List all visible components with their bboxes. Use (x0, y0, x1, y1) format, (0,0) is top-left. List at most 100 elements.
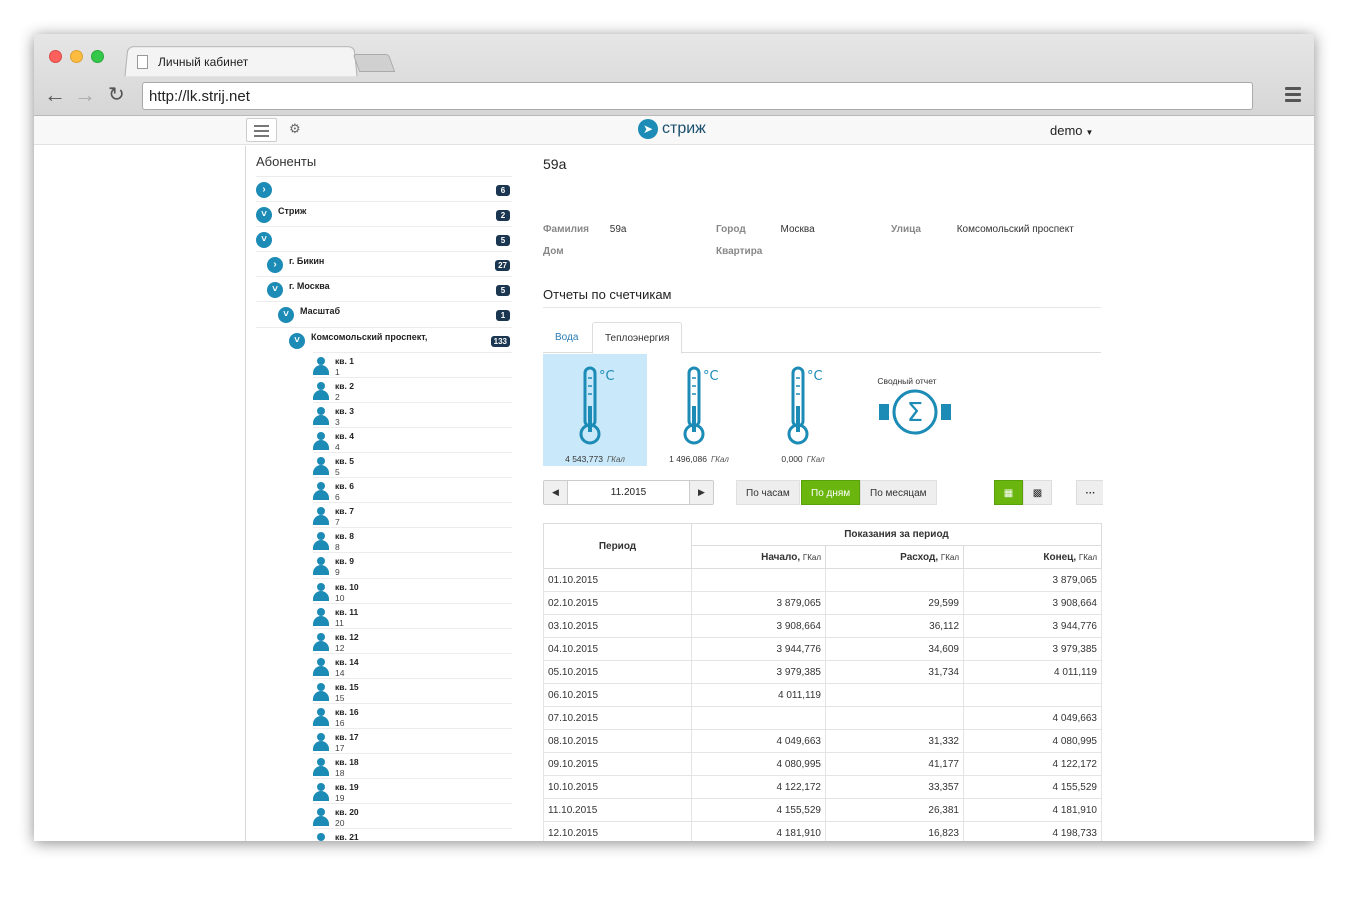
degree-label: °C (807, 369, 823, 384)
thermometer-icon: °C (787, 366, 823, 445)
tree-leaf-apartment[interactable]: кв. 19 19 (313, 778, 512, 803)
tree-leaf-apartment[interactable]: кв. 14 14 (313, 652, 512, 678)
cell-start: 3 944,776 (691, 637, 826, 661)
table-row[interactable]: 07.10.2015 4 049,663 (543, 706, 1102, 730)
apartment-label: кв. 7 (335, 506, 354, 517)
period-input[interactable]: 11.2015 (568, 481, 689, 504)
reload-icon[interactable]: ↻ (108, 84, 125, 106)
cell-start: 4 011,119 (691, 683, 826, 707)
granularity-months-button[interactable]: По месяцам (860, 480, 937, 505)
new-tab-button[interactable] (352, 54, 396, 72)
chevron-down-icon[interactable]: ˅ (278, 307, 294, 324)
forward-arrow-icon[interactable]: → (74, 84, 96, 106)
logo[interactable]: ➤ стриж (638, 119, 706, 139)
meter-card-3[interactable]: °C 0,000 ГКал (751, 354, 855, 466)
chevron-right-icon[interactable]: › (267, 257, 283, 274)
tree-leaf-apartment[interactable]: кв. 33 (313, 401, 512, 427)
cell-period: 01.10.2015 (543, 568, 692, 592)
tree-leaf-apartment[interactable]: кв. 21 (313, 828, 512, 841)
tree-node[interactable]: ˅ 5 (256, 226, 512, 251)
table-row[interactable]: 11.10.2015 4 155,529 26,381 4 181,910 (543, 798, 1102, 822)
cell-period: 10.10.2015 (543, 775, 692, 799)
tree-node[interactable]: ˅ Стриж 2 (256, 201, 512, 226)
sidebar-toggle-button[interactable] (246, 118, 277, 142)
tree-leaf-apartment[interactable]: кв. 12 12 (313, 627, 512, 653)
cell-usage: 33,357 (825, 775, 964, 799)
tree-leaf-apartment[interactable]: кв. 10 10 (313, 577, 512, 603)
apartment-label: кв. 6 (335, 481, 354, 492)
table-row[interactable]: 05.10.2015 3 979,385 31,734 4 011,119 (543, 660, 1102, 684)
apartment-number: 12 (335, 642, 345, 653)
tree-leaf-apartment[interactable]: кв. 55 (313, 452, 512, 477)
apartment-label: кв. 12 (335, 631, 359, 642)
user-menu[interactable]: demo ▼ (1050, 123, 1093, 138)
tree-node[interactable]: ˅ г. Москва 5 (256, 276, 512, 301)
count-badge: 27 (495, 260, 510, 272)
table-row[interactable]: 08.10.2015 4 049,663 31,332 4 080,995 (543, 729, 1102, 753)
tree-leaf-apartment[interactable]: кв. 18 18 (313, 753, 512, 778)
tree-leaf-apartment[interactable]: кв. 22 (313, 376, 512, 402)
tab-heat[interactable]: Теплоэнергия (592, 322, 683, 354)
tree-leaf-apartment[interactable]: кв. 16 16 (313, 702, 512, 728)
browser-tab-content[interactable]: Личный кабинет (134, 48, 248, 76)
cell-end (963, 683, 1102, 707)
granularity-hours-button[interactable]: По часам (736, 480, 800, 505)
count-badge: 5 (496, 235, 510, 247)
chevron-down-icon[interactable]: ˅ (289, 332, 305, 349)
header-start-unit: ГКал (802, 552, 821, 562)
header-usage: Расход, ГКал (825, 545, 964, 569)
meter-card-1[interactable]: °C 4 543,773 ГКал (543, 354, 647, 466)
chevron-down-icon[interactable]: ˅ (256, 207, 272, 224)
meter-card-2[interactable]: °C 1 496,086 ГКал (647, 354, 751, 466)
cell-period: 09.10.2015 (543, 752, 692, 776)
gear-icon[interactable]: ⚙ (289, 121, 301, 137)
table-row[interactable]: 09.10.2015 4 080,995 41,177 4 122,172 (543, 752, 1102, 776)
count-badge: 133 (490, 335, 510, 347)
table-row[interactable]: 01.10.2015 3 879,065 (543, 568, 1102, 592)
table-row[interactable]: 10.10.2015 4 122,172 33,357 4 155,529 (543, 775, 1102, 799)
prev-period-button[interactable]: ◀ (544, 481, 568, 504)
table-view-button[interactable]: ▦ (994, 480, 1023, 505)
minimize-window-button[interactable] (70, 50, 83, 63)
granularity-days-button[interactable]: По дням (801, 480, 861, 505)
tree-node[interactable]: ˅ Масштаб 1 (256, 301, 512, 326)
tree-leaf-apartment[interactable]: кв. 44 (313, 426, 512, 452)
tree-leaf-apartment[interactable]: кв. 20 20 (313, 803, 512, 828)
tree-leaf-apartment[interactable]: кв. 11 (313, 351, 512, 377)
next-period-button[interactable]: ▶ (689, 481, 713, 504)
tree-leaf-apartment[interactable]: кв. 77 (313, 502, 512, 527)
cell-start: 3 879,065 (691, 591, 826, 615)
browser-menu-icon[interactable] (1285, 87, 1301, 105)
apartment-number: 5 (335, 467, 340, 478)
chevron-down-icon[interactable]: ˅ (267, 282, 283, 299)
tree-leaf-apartment[interactable]: кв. 17 17 (313, 728, 512, 753)
more-button[interactable]: ··· (1076, 480, 1103, 505)
tree-leaf-apartment[interactable]: кв. 88 (313, 527, 512, 552)
cell-end: 3 944,776 (963, 614, 1102, 638)
chart-view-button[interactable]: ▩ (1023, 480, 1052, 505)
table-row[interactable]: 03.10.2015 3 908,664 36,112 3 944,776 (543, 614, 1102, 638)
tree-leaf-apartment[interactable]: кв. 66 (313, 477, 512, 502)
table-row[interactable]: 02.10.2015 3 879,065 29,599 3 908,664 (543, 591, 1102, 615)
tree-leaf-apartment[interactable]: кв. 15 15 (313, 677, 512, 703)
address-bar[interactable]: http://lk.strij.net (142, 82, 1253, 110)
chevron-right-icon[interactable]: › (256, 182, 272, 198)
apartment-number: 9 (335, 567, 340, 578)
summary-report-card[interactable]: Сводный отчет Σ (855, 354, 959, 466)
tree-leaf-apartment[interactable]: кв. 99 (313, 552, 512, 577)
tree-node[interactable]: › г. Бикин 27 (256, 251, 512, 276)
tree-node[interactable]: ˅ Комсомольский проспект, 133 (256, 326, 512, 352)
maximize-window-button[interactable] (91, 50, 104, 63)
tree-leaf-apartment[interactable]: кв. 11 11 (313, 602, 512, 628)
chevron-down-icon[interactable]: ˅ (256, 232, 272, 249)
tab-water[interactable]: Вода (543, 322, 590, 353)
table-row[interactable]: 06.10.2015 4 011,119 (543, 683, 1102, 707)
back-arrow-icon[interactable]: ← (44, 84, 66, 106)
close-window-button[interactable] (49, 50, 62, 63)
page-title: 59a (543, 156, 567, 172)
info-street-value: Комсомольский проспект (956, 224, 1074, 235)
tree-node[interactable]: › 6 (256, 176, 512, 201)
table-row[interactable]: 04.10.2015 3 944,776 34,609 3 979,385 (543, 637, 1102, 661)
table-row[interactable]: 12.10.2015 4 181,910 16,823 4 198,733 (543, 821, 1102, 841)
apartment-label: кв. 8 (335, 531, 354, 542)
